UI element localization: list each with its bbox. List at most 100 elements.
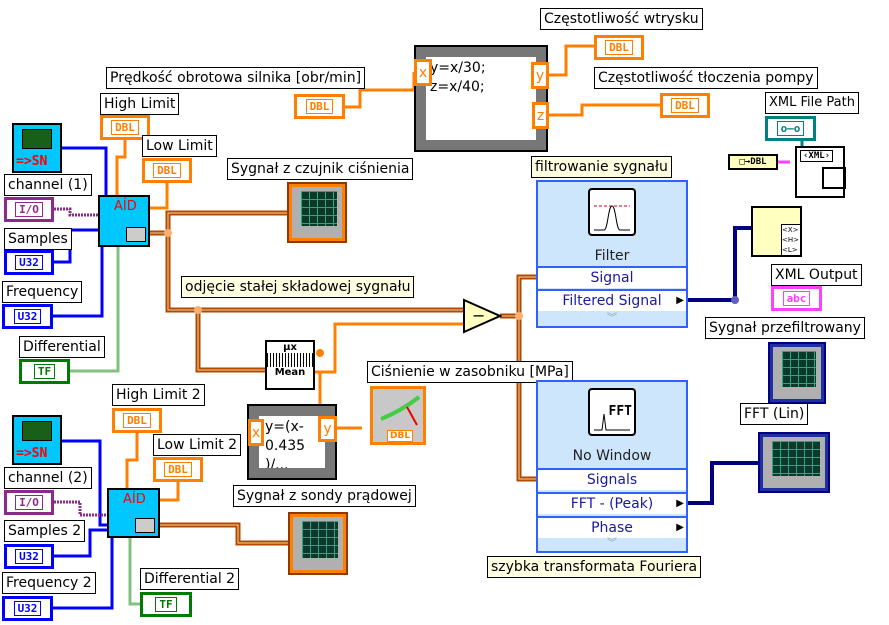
junction — [194, 306, 202, 314]
label-differential-2: Differential 2 — [140, 568, 240, 590]
daq-text: =>SN — [16, 154, 48, 169]
mean-label: Mean — [274, 367, 306, 378]
ai-text: AÍD — [123, 492, 146, 507]
graph-pressure-sensor[interactable] — [287, 182, 347, 243]
note-filtering: filtrowanie sygnału — [531, 156, 672, 178]
label-pressure-sensor-signal: Sygnał z czujnik ciśnienia — [227, 158, 414, 180]
wire-io-ai — [54, 207, 98, 217]
expand-chevron-icon[interactable]: ︾ — [538, 312, 686, 326]
bool-to-string-icon[interactable]: □→DBL — [728, 154, 778, 170]
wire-diff2-ai2 — [128, 538, 140, 606]
fft-output-phase[interactable]: Phase ▶ — [538, 516, 686, 538]
note-fft: szybka transformata Fouriera — [487, 556, 702, 578]
row-label: Filtered Signal — [562, 293, 662, 309]
daq-device-icon-2[interactable]: =>SN — [12, 415, 62, 465]
wire-ai-sub — [165, 233, 464, 313]
wire-to-mean — [195, 310, 265, 373]
formula2-input-x[interactable]: x — [248, 419, 264, 446]
daq-box-icon — [126, 227, 146, 242]
u32-tag: U32 — [15, 549, 43, 564]
control-high-limit-2[interactable]: DBL — [112, 408, 162, 433]
graph-filtered-signal[interactable] — [768, 342, 826, 404]
control-low-limit-2[interactable]: DBL — [153, 457, 203, 482]
label-current-probe-signal: Sygnał z sondy prądowej — [233, 485, 416, 507]
formula1-output-y[interactable]: y — [531, 62, 549, 89]
wire-filtered-out — [688, 226, 751, 302]
gauge-accumulator-pressure[interactable]: DBL — [370, 386, 426, 445]
control-frequency-2[interactable]: U32 — [2, 596, 53, 621]
formula1-output-z[interactable]: z — [532, 102, 549, 129]
str-tag: DBL — [750, 157, 767, 167]
filter-output-filtered-signal[interactable]: Filtered Signal ▶ — [538, 289, 686, 311]
label-injection-freq: Częstotliwość wtrysku — [540, 8, 703, 30]
analog-input-vi-2[interactable]: AÍD — [107, 488, 160, 538]
wire-ll2-ai2 — [160, 482, 180, 502]
wire-highlimit-ai — [115, 140, 127, 196]
tf-tag: TF — [155, 597, 177, 612]
dbl-tag: DBL — [153, 163, 181, 178]
filter-express-vi[interactable]: Filter Signal Filtered Signal ▶ ︾ — [536, 180, 688, 328]
control-differential[interactable]: TF — [19, 359, 70, 384]
control-xml-file-path[interactable]: o—o — [765, 116, 816, 141]
ai-text: AÍD — [114, 199, 137, 214]
label-high-limit-2: High Limit 2 — [112, 384, 205, 406]
filter-input-signal[interactable]: Signal — [538, 266, 686, 288]
xml-doc-icon: <X> <H> <L> — [781, 224, 801, 256]
formula1-input-x[interactable]: x — [414, 59, 432, 86]
expand-chevron-icon[interactable]: ︾ — [538, 537, 686, 551]
waveform-graph-icon — [782, 351, 816, 387]
analog-input-vi-1[interactable]: AÍD — [98, 195, 150, 247]
indicator-injection-freq[interactable]: DBL — [594, 35, 644, 60]
u32-tag: U32 — [13, 601, 42, 616]
label-fft-lin: FFT (Lin) — [740, 403, 809, 425]
waveform-graph-icon — [302, 521, 338, 558]
graph-current-probe[interactable] — [288, 512, 348, 575]
dbl-tag: DBL — [123, 413, 151, 428]
label-filtered-signal: Sygnał przefiltrowany — [705, 317, 865, 339]
daq-text: =>SN — [16, 446, 48, 461]
control-channel-2[interactable]: I/O — [4, 490, 54, 515]
flatten-to-xml-icon[interactable]: <X> <H> <L> — [751, 206, 802, 257]
board-icon — [22, 129, 52, 149]
fft-output-peak[interactable]: FFT - (Peak) ▶ — [538, 492, 686, 514]
filter-caption: Filter — [594, 248, 630, 264]
mean-vi[interactable]: μx Mean — [265, 340, 315, 390]
signal-icon — [267, 353, 313, 367]
subtract-function[interactable]: − — [462, 298, 502, 334]
control-differential-2[interactable]: TF — [140, 592, 192, 617]
wire-ai2-graph2 — [160, 522, 288, 546]
control-frequency[interactable]: U32 — [2, 304, 53, 329]
control-samples-2[interactable]: U32 — [4, 544, 54, 569]
fft-input-signals[interactable]: Signals — [538, 468, 686, 490]
control-low-limit[interactable]: DBL — [142, 158, 192, 183]
dbl-tag: DBL — [164, 462, 192, 477]
xml-tag: ‹XML› — [800, 150, 834, 162]
row-label: Phase — [591, 520, 633, 536]
label-high-limit: High Limit — [100, 93, 180, 115]
junction — [515, 312, 523, 320]
label-low-limit: Low Limit — [142, 135, 217, 157]
write-xml-file-icon[interactable]: ‹XML› — [795, 146, 846, 198]
junction — [164, 229, 172, 237]
wire-z-pump — [548, 103, 660, 117]
label-engine-speed: Prędkość obrotowa silnika [obr/min] — [106, 67, 366, 89]
floppy-icon — [822, 167, 846, 189]
graph-fft[interactable] — [758, 432, 830, 493]
formula-node-1[interactable]: y=x/30; z=x/40; — [414, 45, 548, 152]
label-xml-output: XML Output — [771, 264, 862, 286]
board-icon — [22, 421, 52, 441]
dbl-tag: DBL — [605, 40, 633, 55]
daq-device-icon[interactable]: =>SN — [12, 123, 62, 173]
waveform-graph-icon — [301, 191, 337, 226]
output-arrow-icon: ▶ — [676, 498, 684, 509]
gauge-icon — [380, 395, 421, 426]
fft-express-vi[interactable]: FFT No Window Signals FFT - (Peak) ▶ Phas… — [536, 380, 688, 553]
label-low-limit-2: Low Limit 2 — [153, 434, 242, 456]
control-samples[interactable]: U32 — [4, 250, 54, 275]
formula2-output-y[interactable]: y — [318, 416, 337, 442]
indicator-pump-freq[interactable]: DBL — [660, 93, 710, 118]
control-engine-speed[interactable]: DBL — [294, 94, 345, 119]
block-diagram: Częstotliwość wtrysku DBL y=x/30; z=x/40… — [0, 0, 889, 625]
indicator-xml-output[interactable]: abc — [771, 286, 822, 311]
control-channel-1[interactable]: I/O — [4, 197, 54, 222]
